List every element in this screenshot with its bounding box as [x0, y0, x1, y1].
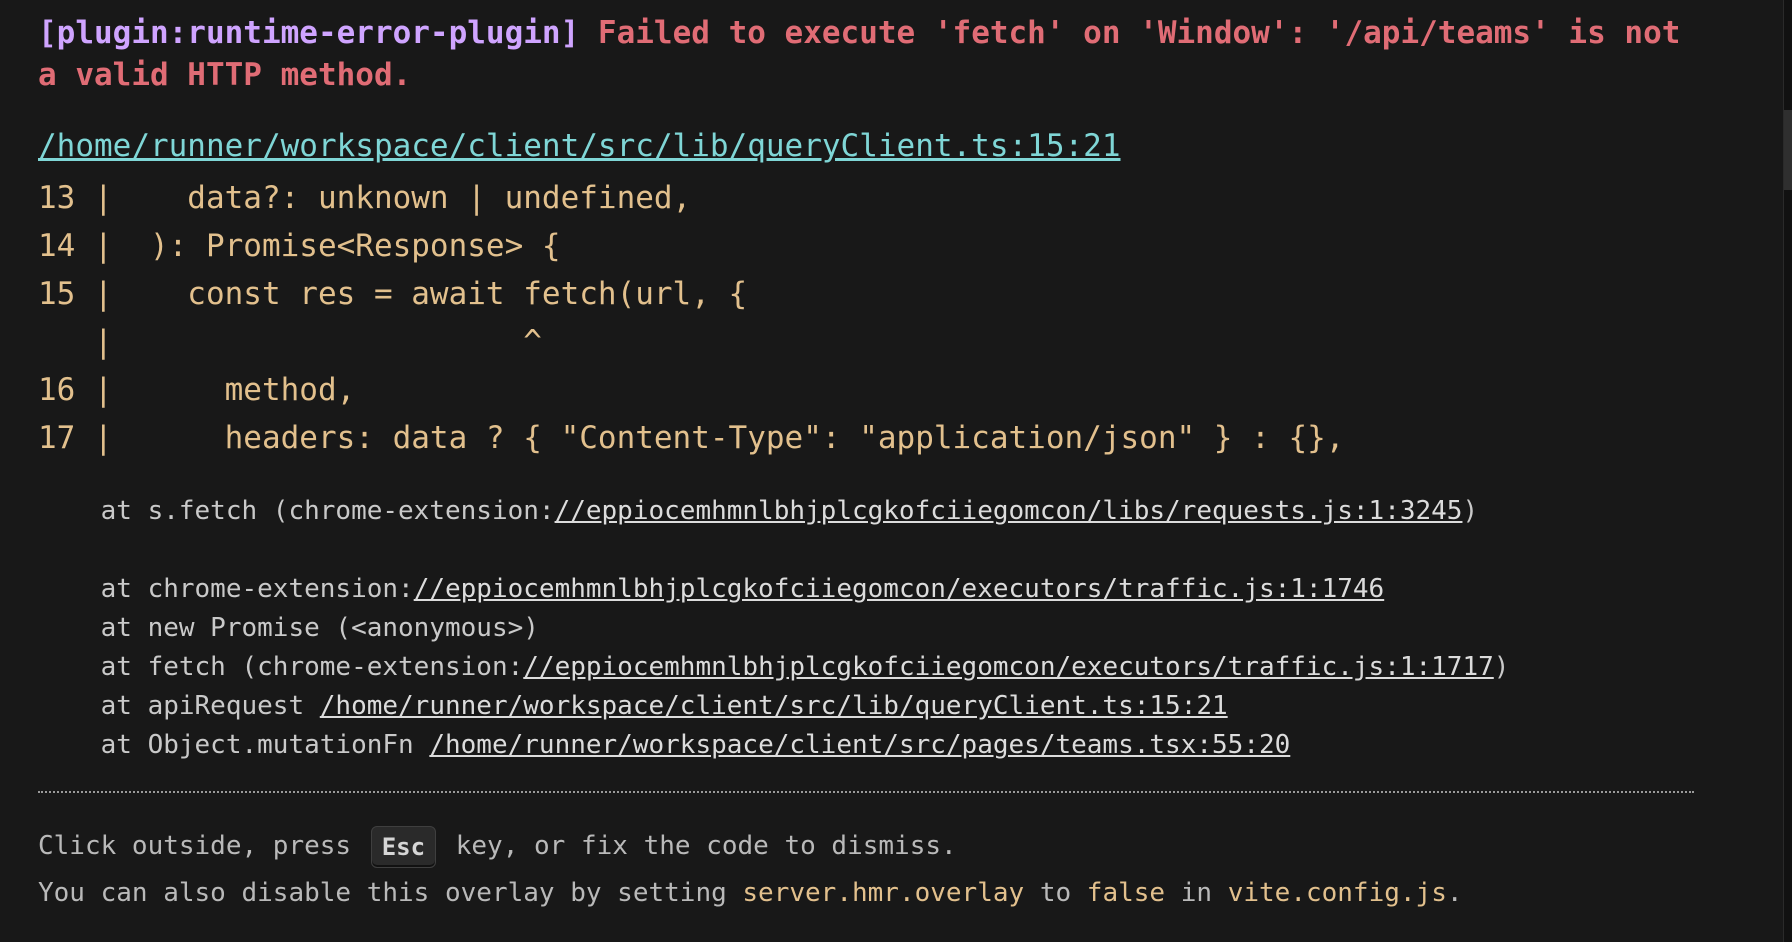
tip-text: to — [1024, 878, 1087, 908]
stack-frame-link[interactable]: //eppiocemhmnlbhjplcgkofciiegomcon/execu… — [523, 652, 1494, 682]
stack-frame: at apiRequest /home/runner/workspace/cli… — [38, 687, 1698, 726]
stack-frame: at Object.mutationFn /home/runner/worksp… — [38, 726, 1698, 765]
stack-frame-link[interactable]: /home/runner/workspace/client/src/pages/… — [429, 730, 1290, 760]
tip-text: You can also disable this overlay by set… — [38, 878, 743, 908]
code-line: 15 | const res = await fetch(url, { — [38, 276, 748, 312]
code-line: 13 | data?: unknown | undefined, — [38, 180, 692, 216]
tip-line-disable: You can also disable this overlay by set… — [38, 870, 1698, 917]
stack-frame: at fetch (chrome-extension://eppiocemhmn… — [38, 648, 1698, 687]
config-key: server.hmr.overlay — [742, 878, 1025, 908]
stack-frame-text: at fetch (chrome-extension: — [38, 652, 524, 682]
code-line: 16 | method, — [38, 372, 356, 408]
stack-frame: at chrome-extension://eppiocemhmnlbhjplc… — [38, 570, 1698, 609]
esc-key: Esc — [370, 825, 437, 868]
file-location-link[interactable]: /home/runner/workspace/client/src/lib/qu… — [38, 128, 1121, 164]
scrollbar[interactable] — [1783, 0, 1792, 942]
stack-frame-text: at apiRequest — [38, 691, 320, 721]
stack-frame-link[interactable]: //eppiocemhmnlbhjplcgkofciiegomcon/libs/… — [555, 496, 1463, 526]
divider — [38, 791, 1694, 793]
tip-line-dismiss: Click outside, press Esc key, or fix the… — [38, 823, 1698, 870]
stack-frame-text: at s.fetch (chrome-extension: — [38, 496, 555, 526]
error-overlay: [plugin:runtime-error-plugin] Failed to … — [38, 12, 1698, 917]
stack-frame-text: ) — [1493, 652, 1510, 682]
plugin-name: [plugin:runtime-error-plugin] — [38, 15, 580, 51]
dismiss-tip: Click outside, press Esc key, or fix the… — [38, 823, 1698, 917]
stack-frame-link[interactable]: //eppiocemhmnlbhjplcgkofciiegomcon/execu… — [414, 574, 1385, 604]
config-value: false — [1086, 878, 1166, 908]
stack-gap — [38, 531, 1698, 570]
stack-frame-text: at chrome-extension: — [38, 574, 414, 604]
code-pointer-line: | ^ — [38, 324, 542, 360]
config-file: vite.config.js — [1227, 878, 1447, 908]
code-line: 17 | headers: data ? { "Content-Type": "… — [38, 420, 1345, 456]
stack-frame-text: ) — [1462, 496, 1479, 526]
stack-frame: at s.fetch (chrome-extension://eppiocemh… — [38, 492, 1698, 531]
error-header: [plugin:runtime-error-plugin] Failed to … — [38, 12, 1698, 96]
tip-text: in — [1165, 878, 1228, 908]
stack-frame: at new Promise (<anonymous>) — [38, 613, 539, 643]
tip-text: key, or fix the code to dismiss. — [440, 831, 957, 861]
code-line: 14 | ): Promise<Response> { — [38, 228, 561, 264]
tip-text: . — [1446, 878, 1463, 908]
tip-text: Click outside, press — [38, 831, 367, 861]
code-frame: 13 | data?: unknown | undefined, 14 | ): … — [38, 174, 1698, 462]
scrollbar-thumb[interactable] — [1784, 110, 1792, 190]
stack-frame-text: at Object.mutationFn — [38, 730, 430, 760]
stack-frame-link[interactable]: /home/runner/workspace/client/src/lib/qu… — [320, 691, 1228, 721]
stack-trace: at s.fetch (chrome-extension://eppiocemh… — [38, 492, 1698, 765]
